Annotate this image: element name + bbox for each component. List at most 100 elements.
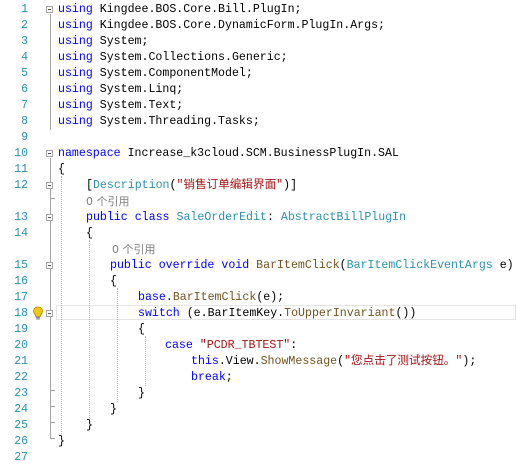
keyword: case (165, 339, 193, 352)
line-number: 1 (21, 3, 28, 16)
keyword: base (138, 291, 166, 304)
code-line-24[interactable]: } (110, 402, 117, 418)
line-number: 25 (14, 419, 28, 432)
method-name: BarItemClick (172, 291, 257, 304)
brace: { (58, 163, 65, 176)
string-literal: "PCDR_TBTEST" (192, 339, 291, 352)
code-line-22[interactable]: break; (191, 370, 233, 386)
indent-guide (117, 288, 118, 402)
outline-end (50, 422, 55, 423)
code-line-19[interactable]: { (138, 322, 145, 338)
collapse-toggle-icon[interactable] (46, 310, 53, 317)
parameter-type: BarItemClickEventArgs (346, 259, 493, 272)
line-number: 19 (14, 323, 28, 336)
arguments: (e); (256, 291, 285, 304)
namespace-text: System.Threading.Tasks; (92, 115, 260, 128)
code-line-7[interactable]: using System.Text; (58, 98, 183, 114)
keyword: break (191, 371, 226, 384)
collapse-toggle-icon[interactable] (46, 150, 53, 157)
keyword: using (58, 83, 93, 96)
namespace-text: Kingdee.BOS.Core.Bill.PlugIn; (92, 3, 302, 16)
namespace-text: System.Text; (92, 99, 184, 112)
collapse-toggle-icon[interactable] (46, 6, 53, 13)
code-line-6[interactable]: using System.Linq; (58, 82, 183, 98)
keyword: using (58, 51, 93, 64)
line-number: 26 (14, 435, 28, 448)
namespace-text: System; (92, 35, 149, 48)
code-line-25[interactable]: } (86, 418, 93, 434)
codelens-references[interactable]: 0 个引用 (86, 194, 130, 210)
line-number: 14 (14, 227, 28, 240)
namespace-text: System.Linq; (92, 83, 184, 96)
keyword: using (58, 115, 93, 128)
statement-end: ); (462, 355, 477, 368)
code-editor[interactable]: 1 2 3 4 5 6 7 8 9 10 11 12 13 14 15 16 1… (0, 0, 516, 465)
collapse-toggle-icon[interactable] (46, 182, 53, 189)
collapse-toggle-icon[interactable] (46, 214, 53, 221)
keyword: switch (138, 307, 180, 320)
brace: } (86, 419, 93, 432)
brace: } (138, 387, 145, 400)
code-line-15[interactable]: public override void BarItemClick(BarIte… (110, 258, 514, 274)
attribute-name: Description (92, 179, 170, 192)
keyword: using (58, 67, 93, 80)
code-line-21[interactable]: this.View.ShowMessage("您点击了测试按钮。"); (191, 354, 476, 370)
keyword: using (58, 3, 93, 16)
indent-guide (61, 176, 62, 434)
collapse-toggle-icon[interactable] (46, 262, 53, 269)
brace: { (110, 275, 117, 288)
arguments: ()) (395, 307, 417, 320)
line-number: 2 (21, 19, 28, 32)
line-number: 13 (14, 211, 28, 224)
method-name: BarItemClick (256, 259, 340, 272)
line-number: 10 (14, 147, 28, 160)
code-line-14[interactable]: { (86, 226, 93, 242)
line-number: 8 (21, 115, 28, 128)
lightbulb-icon[interactable] (32, 306, 44, 320)
keyword: this (191, 355, 219, 368)
code-line-16[interactable]: { (110, 274, 117, 290)
code-line-11[interactable]: { (58, 162, 65, 178)
statement-end: ; (225, 371, 233, 384)
code-line-3[interactable]: using System; (58, 34, 148, 50)
bracket: )] (283, 179, 298, 192)
line-number: 16 (14, 275, 28, 288)
parameter-name: e) (492, 259, 514, 272)
brace: { (138, 323, 145, 336)
line-number: 20 (14, 339, 28, 352)
bracket: [ (86, 179, 93, 192)
line-number: 18 (14, 307, 28, 320)
code-line-2[interactable]: using Kingdee.BOS.Core.DynamicForm.PlugI… (58, 18, 385, 34)
line-number: 6 (21, 83, 28, 96)
namespace-text: System.ComponentModel; (92, 67, 253, 80)
keyword: class (134, 211, 170, 224)
outline-end (50, 390, 55, 391)
line-number: 22 (14, 371, 28, 384)
code-line-12[interactable]: [Description("销售订单编辑界面")] (86, 178, 297, 194)
codelens-references[interactable]: 0 个引用 (112, 242, 156, 258)
code-line-18[interactable]: switch (e.BarItemKey.ToUpperInvariant()) (138, 306, 416, 322)
line-number: 17 (14, 291, 28, 304)
code-line-5[interactable]: using System.ComponentModel; (58, 66, 253, 82)
code-line-8[interactable]: using System.Threading.Tasks; (58, 114, 260, 130)
indent-guide (145, 336, 146, 386)
code-line-1[interactable]: using Kingdee.BOS.Core.Bill.PlugIn; (58, 2, 302, 18)
brace: } (110, 403, 117, 416)
code-line-26[interactable]: } (58, 434, 65, 450)
brace: } (58, 435, 65, 448)
line-number: 24 (14, 403, 28, 416)
colon: : (290, 339, 298, 352)
line-number: 4 (21, 51, 28, 64)
code-line-20[interactable]: case "PCDR_TBTEST": (165, 338, 297, 354)
indent-guide (89, 240, 90, 418)
line-number: 5 (21, 67, 28, 80)
expression: (e.BarItemKey. (179, 307, 285, 320)
keyword: public (110, 259, 152, 272)
code-line-10[interactable]: namespace Increase_k3cloud.SCM.BusinessP… (58, 146, 399, 162)
line-number: 27 (14, 451, 28, 464)
code-line-13[interactable]: public class SaleOrderEdit: AbstractBill… (86, 210, 406, 226)
code-line-17[interactable]: base.BarItemClick(e); (138, 290, 284, 306)
outline-line (50, 14, 51, 130)
code-line-4[interactable]: using System.Collections.Generic; (58, 50, 288, 66)
code-line-23[interactable]: } (138, 386, 145, 402)
